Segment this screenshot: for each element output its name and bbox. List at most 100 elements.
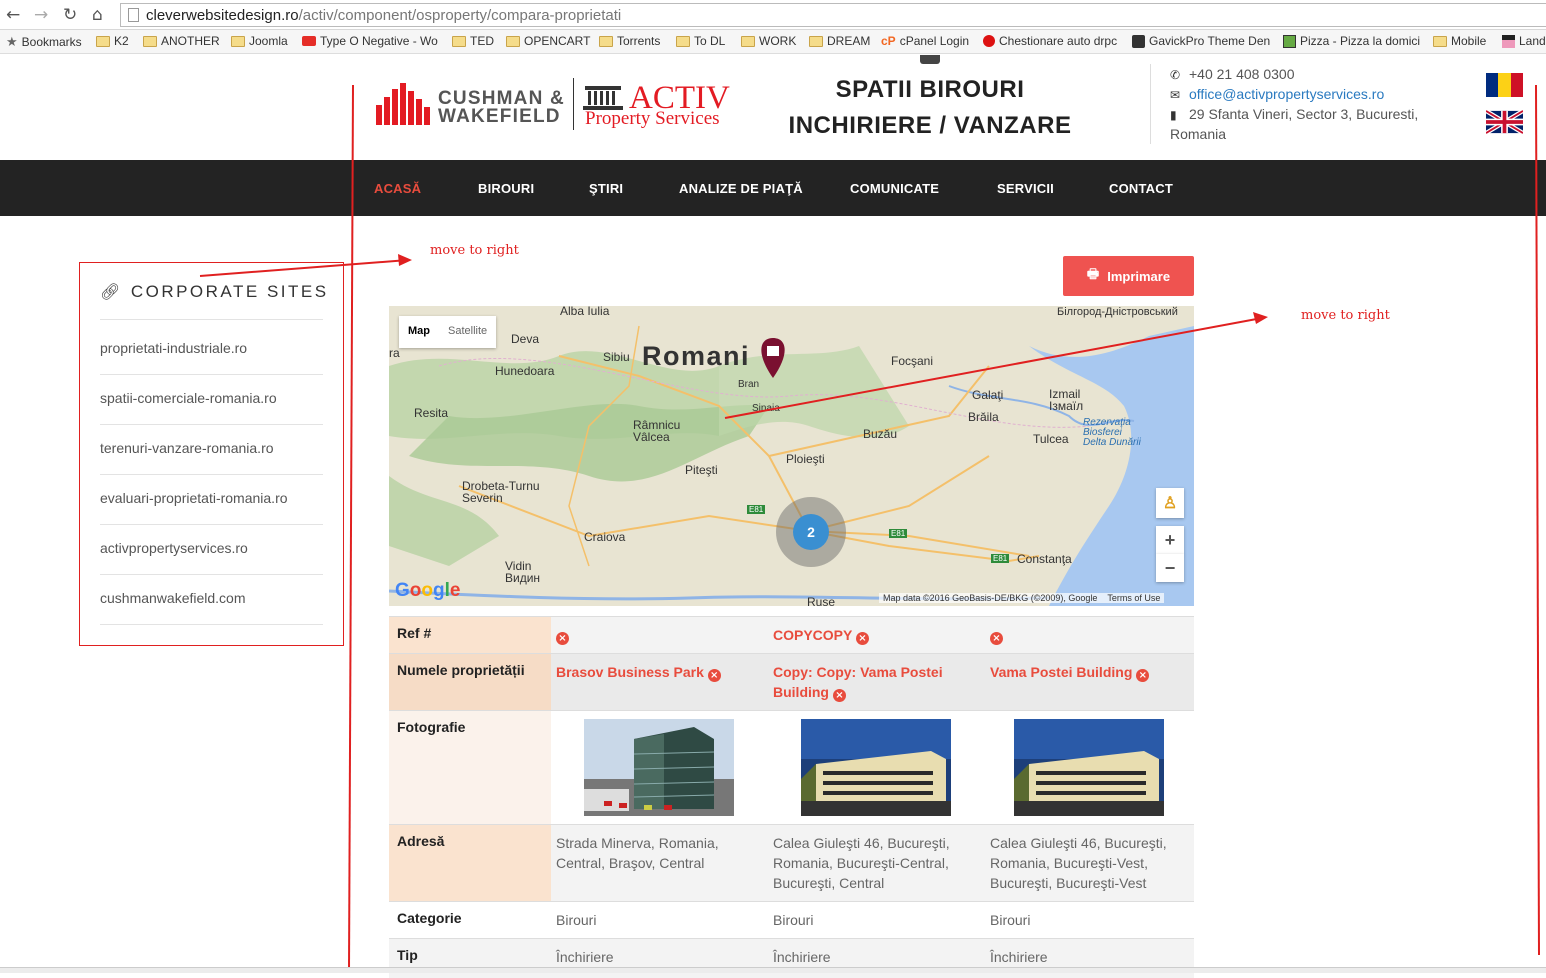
map-label: Ploieşti bbox=[786, 452, 825, 466]
bookmark-item[interactable]: Joomla bbox=[231, 34, 288, 48]
property-photo[interactable] bbox=[1014, 719, 1164, 816]
bookmark-item[interactable]: To DL bbox=[676, 34, 725, 48]
nav-item-servicii[interactable]: SERVICII bbox=[997, 181, 1054, 196]
bookmark-item[interactable]: Torrents bbox=[599, 34, 660, 48]
email-link[interactable]: ✉ office@activpropertyservices.ro bbox=[1170, 86, 1384, 102]
url-text: cleverwebsitedesign.ro/activ/component/o… bbox=[146, 7, 622, 24]
map-label: Râmnicu Vâlcea bbox=[633, 418, 681, 444]
printer-icon: 🖶︎ bbox=[1086, 266, 1100, 281]
bookmark-item[interactable]: Chestionare auto drpc bbox=[983, 34, 1117, 48]
address-line: ▮ 29 Sfanta Vineri, Sector 3, Bucuresti, bbox=[1170, 106, 1419, 122]
link-icon: 🔗︎ bbox=[100, 284, 123, 301]
bookmark-item[interactable]: K2 bbox=[96, 34, 129, 48]
main-navigation: ACASĂ BIROURI ŞTIRI ANALIZE DE PIAŢĂ COM… bbox=[0, 160, 1546, 216]
remove-icon[interactable]: × bbox=[832, 689, 846, 702]
sidebar-link[interactable]: terenuri-vanzare-romania.ro bbox=[100, 440, 274, 456]
sidebar-link[interactable]: proprietati-industriale.ro bbox=[100, 340, 247, 356]
remove-icon[interactable]: × bbox=[707, 669, 721, 682]
romanian-flag-icon[interactable] bbox=[1486, 73, 1523, 97]
folder-icon bbox=[676, 35, 690, 47]
print-button[interactable]: 🖶︎ Imprimare bbox=[1063, 256, 1194, 296]
table-cell: × bbox=[984, 617, 1189, 653]
nav-item-stiri[interactable]: ŞTIRI bbox=[589, 181, 623, 196]
bookmark-item[interactable]: Land bbox=[1502, 34, 1546, 48]
folder-icon bbox=[741, 35, 755, 47]
nav-item-comunicate[interactable]: COMUNICATE bbox=[850, 181, 939, 196]
map-label: Tulcea bbox=[1033, 432, 1069, 446]
bookmark-item[interactable]: OPENCART bbox=[506, 34, 590, 48]
bookmark-item[interactable]: Mobile bbox=[1433, 34, 1486, 48]
sidebar-link[interactable]: cushmanwakefield.com bbox=[100, 590, 246, 606]
home-icon[interactable]: ⌂ bbox=[92, 5, 103, 25]
pegman-icon[interactable]: ♙ bbox=[1156, 488, 1184, 518]
map-icon: ▮ bbox=[1170, 108, 1177, 122]
bookmark-item[interactable]: ★ Bookmarks bbox=[6, 34, 82, 50]
remove-icon[interactable]: × bbox=[1136, 669, 1150, 682]
property-photo[interactable] bbox=[584, 719, 734, 816]
table-cell: Calea Giuleşti 46, Bucureşti, Romania, B… bbox=[773, 835, 950, 891]
horizontal-scrollbar[interactable] bbox=[0, 967, 1546, 973]
property-link[interactable]: Vama Postei Building × bbox=[984, 654, 1189, 690]
folder-icon bbox=[143, 35, 157, 47]
bookmark-item[interactable]: Type O Negative - Wo bbox=[302, 34, 438, 48]
zoom-out-button[interactable]: − bbox=[1156, 554, 1184, 582]
nav-item-acasa[interactable]: ACASĂ bbox=[374, 181, 421, 196]
forward-icon[interactable]: → bbox=[34, 5, 48, 25]
table-cell: × bbox=[550, 617, 755, 653]
remove-icon[interactable]: × bbox=[856, 632, 869, 645]
bookmark-item[interactable]: GavickPro Theme Den bbox=[1132, 34, 1270, 48]
annotation-text: move to right bbox=[430, 243, 519, 258]
property-photo[interactable] bbox=[801, 719, 951, 816]
table-cell: Calea Giuleşti 46, Bucureşti, Romania, B… bbox=[990, 835, 1167, 891]
address-bar[interactable]: cleverwebsitedesign.ro/activ/component/o… bbox=[120, 3, 1546, 27]
sidebar-title: 🔗︎ CORPORATE SITES bbox=[100, 282, 329, 301]
menu-toggle-icon[interactable] bbox=[920, 55, 940, 64]
map-label: Sibiu bbox=[603, 350, 630, 364]
marker-cluster-count[interactable]: 2 bbox=[793, 514, 829, 550]
bookmark-item[interactable]: ANOTHER bbox=[143, 34, 220, 48]
cpanel-icon: cP bbox=[881, 34, 896, 48]
sidebar-link[interactable]: activpropertyservices.ro bbox=[100, 540, 248, 556]
bookmark-item[interactable]: TED bbox=[452, 34, 494, 48]
table-row: Categorie Birouri Birouri Birouri bbox=[389, 901, 1194, 938]
uk-flag-icon[interactable] bbox=[1486, 110, 1523, 134]
map-label: Craiova bbox=[584, 530, 626, 544]
map-label: Constanţa bbox=[1017, 552, 1072, 566]
sidebar-link[interactable]: spatii-comerciale-romania.ro bbox=[100, 390, 277, 406]
remove-icon[interactable]: × bbox=[990, 632, 1003, 645]
map-label: Білгород-Дністровський bbox=[1057, 306, 1178, 318]
google-map[interactable]: Map Satellite Alba Iulia Deva Hunedoara … bbox=[389, 306, 1194, 606]
phone-line: ✆ +40 21 408 0300 bbox=[1170, 66, 1295, 82]
map-label: Drobeta-Turnu Severin bbox=[462, 479, 540, 505]
back-icon[interactable]: ← bbox=[6, 5, 20, 25]
map-tab-satellite[interactable]: Satellite bbox=[439, 316, 496, 348]
zoom-in-button[interactable]: + bbox=[1156, 526, 1184, 554]
map-label: Rezervaţia Biosferei Delta Dunării bbox=[1083, 417, 1141, 448]
property-link[interactable]: Brasov Business Park × bbox=[550, 654, 755, 690]
terms-link[interactable]: Terms of Use bbox=[1107, 593, 1160, 603]
remove-icon[interactable]: × bbox=[556, 632, 569, 645]
activ-logo-subtitle: Property Services bbox=[585, 108, 720, 129]
folder-icon bbox=[599, 35, 613, 47]
row-label: Categorie bbox=[397, 910, 462, 926]
property-link[interactable]: Copy: Copy: Vama Postei Building × bbox=[767, 654, 972, 710]
nav-item-birouri[interactable]: BIROURI bbox=[478, 181, 534, 196]
folder-icon bbox=[96, 35, 110, 47]
address-line-2: Romania bbox=[1170, 126, 1227, 142]
map-label: Galaţi bbox=[972, 388, 1004, 402]
map-label: Ruse bbox=[807, 595, 836, 606]
bookmark-item[interactable]: Pizza - Pizza la domici bbox=[1283, 34, 1420, 48]
building-icon bbox=[583, 86, 623, 110]
bookmark-item[interactable]: cP cPanel Login bbox=[881, 34, 969, 48]
divider bbox=[100, 574, 323, 575]
nav-item-contact[interactable]: CONTACT bbox=[1109, 181, 1173, 196]
nav-item-analize[interactable]: ANALIZE DE PIAŢĂ bbox=[679, 181, 803, 196]
table-row: Adresă Strada Minerva, Romania, Central,… bbox=[389, 824, 1194, 901]
bookmark-item[interactable]: DREAM bbox=[809, 34, 870, 48]
map-tab-map[interactable]: Map bbox=[399, 316, 439, 348]
bookmark-item[interactable]: WORK bbox=[741, 34, 796, 48]
reload-icon[interactable]: ↻ bbox=[63, 5, 77, 25]
map-label: Brăila bbox=[968, 410, 999, 424]
sidebar-link[interactable]: evaluari-proprietati-romania.ro bbox=[100, 490, 288, 506]
browser-toolbar: ← → ↻ ⌂ cleverwebsitedesign.ro/activ/com… bbox=[0, 0, 1546, 30]
